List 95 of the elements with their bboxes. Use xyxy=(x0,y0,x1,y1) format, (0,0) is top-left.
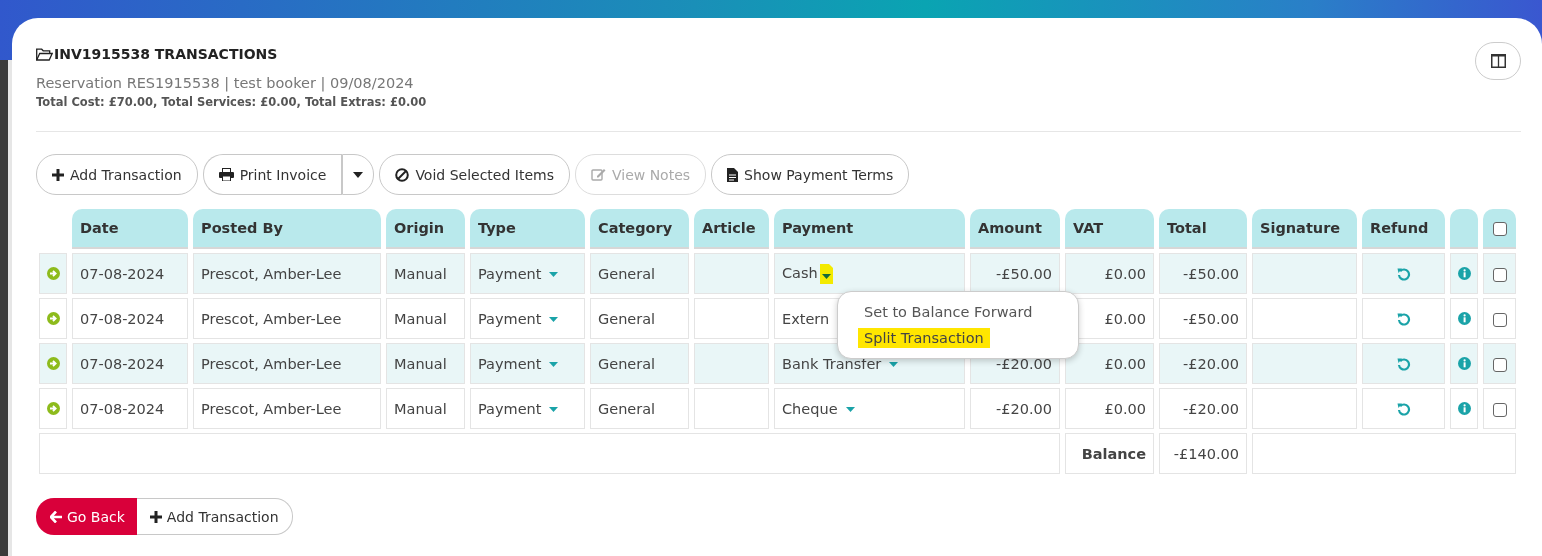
table-cell: -£20.00 xyxy=(1159,388,1247,429)
caret-icon[interactable] xyxy=(549,407,559,412)
menu-item[interactable]: Set to Balance Forward xyxy=(858,302,1039,322)
info-icon[interactable] xyxy=(1457,312,1471,325)
table-cell: 07-08-2024 xyxy=(72,298,188,339)
page-title: INV1915538 TRANSACTIONS xyxy=(54,46,278,62)
menu-item[interactable]: Split Transaction xyxy=(858,328,990,348)
caret-icon[interactable] xyxy=(845,407,855,412)
table-cell: £0.00 xyxy=(1065,253,1154,294)
caret-icon[interactable] xyxy=(819,263,833,284)
table-cell: Manual xyxy=(386,253,465,294)
table-cell: -£50.00 xyxy=(1159,253,1247,294)
table-cell: Prescot, Amber-Lee xyxy=(193,253,381,294)
refund-icon[interactable] xyxy=(1396,266,1411,281)
column-header: Posted By xyxy=(193,209,381,249)
add-transaction-button[interactable]: Add Transaction xyxy=(136,498,293,535)
terms-button[interactable]: Show Payment Terms xyxy=(711,154,910,195)
table-cell: -£20.00 xyxy=(970,388,1060,429)
table-cell: Manual xyxy=(386,388,465,429)
void-button[interactable]: Void Selected Items xyxy=(379,154,570,195)
column-header-background xyxy=(1450,209,1478,249)
info-icon[interactable] xyxy=(1457,357,1471,370)
table-cell: Prescot, Amber-Lee xyxy=(193,388,381,429)
caret-icon[interactable] xyxy=(889,362,899,367)
column-header: Category xyxy=(590,209,689,249)
type-value: Payment xyxy=(478,400,542,417)
column-header: Refund xyxy=(1362,209,1445,249)
caret-icon[interactable] xyxy=(549,317,559,322)
printer-icon xyxy=(218,168,234,181)
plus-icon xyxy=(149,510,162,523)
table-cell: 07-08-2024 xyxy=(72,388,188,429)
table-cell: Manual xyxy=(386,343,465,384)
totals-summary: Total Cost: £70.00, Total Services: £0.00, Total Extras: £0.00 xyxy=(36,95,427,109)
payment-value: Cash xyxy=(782,264,818,281)
column-header: Article xyxy=(694,209,769,249)
print-button[interactable]: Print Invoice xyxy=(202,154,342,195)
table-cell: Prescot, Amber-Lee xyxy=(193,343,381,384)
info-icon[interactable] xyxy=(1457,402,1471,415)
table-cell: -£50.00 xyxy=(1159,298,1247,339)
document-icon xyxy=(727,167,739,182)
arrow-circle-icon[interactable] xyxy=(46,267,60,280)
columns-icon xyxy=(1490,54,1506,68)
type-value: Payment xyxy=(478,310,542,327)
column-header: Type xyxy=(470,209,585,249)
table-cell: £0.00 xyxy=(1065,343,1154,384)
row-checkbox[interactable] xyxy=(1492,312,1507,327)
row-checkbox[interactable] xyxy=(1492,402,1507,417)
column-header: Amount xyxy=(970,209,1060,249)
arrow-circle-icon[interactable] xyxy=(46,312,60,325)
row-checkbox[interactable] xyxy=(1492,267,1507,282)
info-icon[interactable] xyxy=(1457,267,1471,280)
reservation-info: Reservation RES1915538 | test booker | 09/08/2024 xyxy=(36,75,415,91)
column-header: Payment xyxy=(774,209,965,249)
plus-icon xyxy=(52,168,64,181)
row-checkbox[interactable] xyxy=(1492,357,1507,372)
column-header: Origin xyxy=(386,209,465,249)
column-header: Signature xyxy=(1252,209,1357,249)
table-cell: 07-08-2024 xyxy=(72,253,188,294)
balance-value: -£140.00 xyxy=(1159,433,1247,474)
arrow-left-icon xyxy=(50,510,62,523)
column-header: Total xyxy=(1159,209,1247,249)
refund-icon[interactable] xyxy=(1396,356,1411,371)
layout-button[interactable] xyxy=(1475,42,1521,80)
select-all-checkbox[interactable] xyxy=(1492,222,1507,236)
payment-value: Extern xyxy=(782,310,830,327)
ban-icon xyxy=(395,167,410,182)
column-header: Date xyxy=(72,209,188,249)
table-cell: Prescot, Amber-Lee xyxy=(193,298,381,339)
refund-icon[interactable] xyxy=(1396,401,1411,416)
type-value: Payment xyxy=(478,265,542,282)
arrow-circle-icon[interactable] xyxy=(46,357,60,370)
table-cell: General xyxy=(590,388,689,429)
balance-label: Balance xyxy=(1065,433,1154,474)
table-cell: -£50.00 xyxy=(970,253,1060,294)
payment-value: Cheque xyxy=(782,400,838,417)
add-button[interactable]: Add Transaction xyxy=(36,154,198,195)
type-value: Payment xyxy=(478,355,542,372)
caret-icon xyxy=(353,171,364,178)
caret-icon[interactable] xyxy=(549,272,559,277)
edit-icon xyxy=(590,168,606,181)
table-cell: Manual xyxy=(386,298,465,339)
table-cell: -£20.00 xyxy=(1159,343,1247,384)
refund-icon[interactable] xyxy=(1396,311,1411,326)
arrow-circle-icon[interactable] xyxy=(46,402,60,415)
go-back-button[interactable]: Go Back xyxy=(36,498,137,535)
table-cell: 07-08-2024 xyxy=(72,343,188,384)
caret-icon[interactable] xyxy=(549,362,559,367)
table-cell: General xyxy=(590,253,689,294)
folder-icon xyxy=(36,47,53,61)
dropdown-button[interactable] xyxy=(342,154,375,195)
table-cell: General xyxy=(590,343,689,384)
column-header: VAT xyxy=(1065,209,1154,249)
table-cell: £0.00 xyxy=(1065,388,1154,429)
table-cell: General xyxy=(590,298,689,339)
payment-value: Bank Transfer xyxy=(782,355,882,372)
